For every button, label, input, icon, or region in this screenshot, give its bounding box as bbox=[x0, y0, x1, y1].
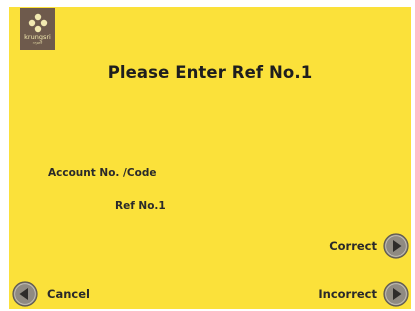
correct-button-label: Correct bbox=[329, 239, 377, 253]
page-title: Please Enter Ref No.1 bbox=[107, 63, 313, 82]
correct-button[interactable]: Correct bbox=[329, 233, 409, 259]
krungsri-logo: krungsri กรุงศรี bbox=[20, 8, 55, 50]
krungsri-logo-icon bbox=[28, 13, 47, 33]
arrow-right-icon[interactable] bbox=[383, 233, 409, 259]
cancel-button-label: Cancel bbox=[47, 287, 90, 301]
arrow-right-icon[interactable] bbox=[383, 281, 409, 307]
ref-no-label: Ref No.1 bbox=[115, 200, 166, 212]
cancel-button[interactable]: Cancel bbox=[12, 281, 90, 307]
incorrect-button[interactable]: Incorrect bbox=[318, 281, 409, 307]
arrow-left-icon[interactable] bbox=[12, 281, 38, 307]
incorrect-button-label: Incorrect bbox=[318, 287, 377, 301]
brand-name: krungsri bbox=[24, 33, 51, 41]
atm-screen: krungsri กรุงศรี Please Enter Ref No.1 A… bbox=[9, 7, 411, 309]
brand-subtitle: กรุงศรี bbox=[32, 41, 43, 45]
account-no-label: Account No. /Code bbox=[48, 167, 157, 179]
